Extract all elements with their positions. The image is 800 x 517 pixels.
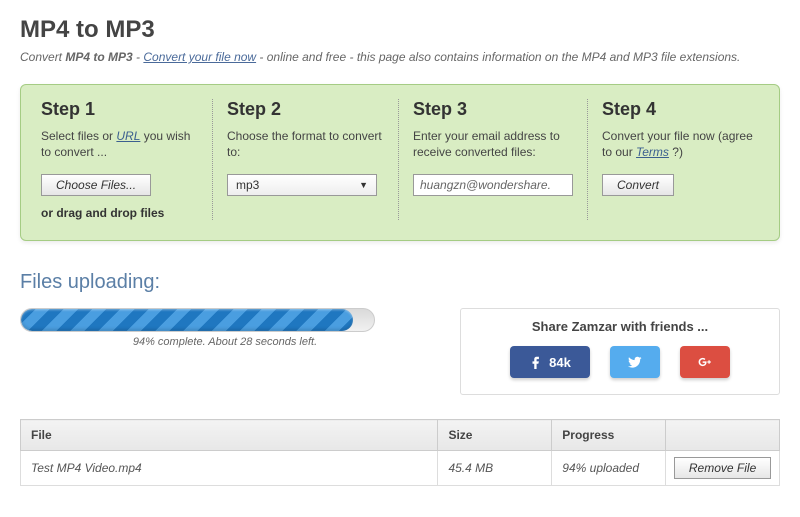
table-header-row: File Size Progress	[21, 420, 780, 451]
share-title: Share Zamzar with friends ...	[481, 319, 759, 334]
page-subtitle: Convert MP4 to MP3 - Convert your file n…	[20, 50, 780, 64]
cell-progress: 94% uploaded	[552, 451, 666, 486]
progress-column: 94% complete. About 28 seconds left.	[20, 308, 430, 348]
step-2: Step 2 Choose the format to convert to: …	[213, 99, 399, 220]
cell-action: Remove File	[666, 451, 780, 486]
url-link[interactable]: URL	[116, 129, 140, 143]
step-3-desc: Enter your email address to receive conv…	[413, 128, 573, 160]
sub-prefix: Convert	[20, 50, 65, 64]
twitter-icon	[628, 355, 642, 369]
terms-link[interactable]: Terms	[636, 145, 669, 159]
uploading-title: Files uploading:	[20, 271, 780, 294]
upload-row: 94% complete. About 28 seconds left. Sha…	[20, 308, 780, 395]
step-1: Step 1 Select files or URL you wish to c…	[27, 99, 213, 220]
googleplus-icon	[698, 355, 712, 369]
steps-box: Step 1 Select files or URL you wish to c…	[20, 84, 780, 241]
convert-button[interactable]: Convert	[602, 174, 674, 196]
step-1-desc: Select files or URL you wish to convert …	[41, 128, 198, 160]
th-file: File	[21, 420, 438, 451]
share-buttons: 84k	[481, 346, 759, 378]
share-googleplus-button[interactable]	[680, 346, 730, 378]
cell-size: 45.4 MB	[438, 451, 552, 486]
sub-bold: MP4 to MP3	[65, 50, 132, 64]
step-1-desc-a: Select files or	[41, 129, 116, 143]
step-2-title: Step 2	[227, 99, 384, 120]
th-action	[666, 420, 780, 451]
email-input[interactable]	[413, 174, 573, 196]
remove-file-button[interactable]: Remove File	[674, 457, 771, 479]
step-4-desc-b: ?)	[669, 145, 683, 159]
step-1-title: Step 1	[41, 99, 198, 120]
page-title: MP4 to MP3	[20, 16, 780, 44]
share-box: Share Zamzar with friends ... 84k	[460, 308, 780, 395]
facebook-count: 84k	[549, 355, 571, 370]
share-twitter-button[interactable]	[610, 346, 660, 378]
step-3-title: Step 3	[413, 99, 573, 120]
step-2-desc: Choose the format to convert to:	[227, 128, 384, 160]
th-progress: Progress	[552, 420, 666, 451]
choose-files-button[interactable]: Choose Files...	[41, 174, 151, 196]
sub-sep: -	[133, 50, 144, 64]
drag-drop-label: or drag and drop files	[41, 206, 198, 220]
convert-now-link[interactable]: Convert your file now	[143, 50, 256, 64]
step-4-desc: Convert your file now (agree to our Term…	[602, 128, 759, 160]
progress-text: 94% complete. About 28 seconds left.	[20, 336, 430, 348]
cell-file: Test MP4 Video.mp4	[21, 451, 438, 486]
th-size: Size	[438, 420, 552, 451]
share-facebook-button[interactable]: 84k	[510, 346, 590, 378]
format-select[interactable]: mp3 ▼	[227, 174, 377, 196]
files-table: File Size Progress Test MP4 Video.mp4 45…	[20, 419, 780, 486]
chevron-down-icon: ▼	[359, 180, 368, 190]
step-4-title: Step 4	[602, 99, 759, 120]
facebook-icon	[529, 355, 543, 369]
table-row: Test MP4 Video.mp4 45.4 MB 94% uploaded …	[21, 451, 780, 486]
progress-bar-fill	[21, 309, 353, 331]
step-4: Step 4 Convert your file now (agree to o…	[588, 99, 773, 220]
progress-bar	[20, 308, 375, 332]
step-3: Step 3 Enter your email address to recei…	[399, 99, 588, 220]
sub-suffix: - online and free - this page also conta…	[256, 50, 740, 64]
format-value: mp3	[236, 178, 259, 192]
